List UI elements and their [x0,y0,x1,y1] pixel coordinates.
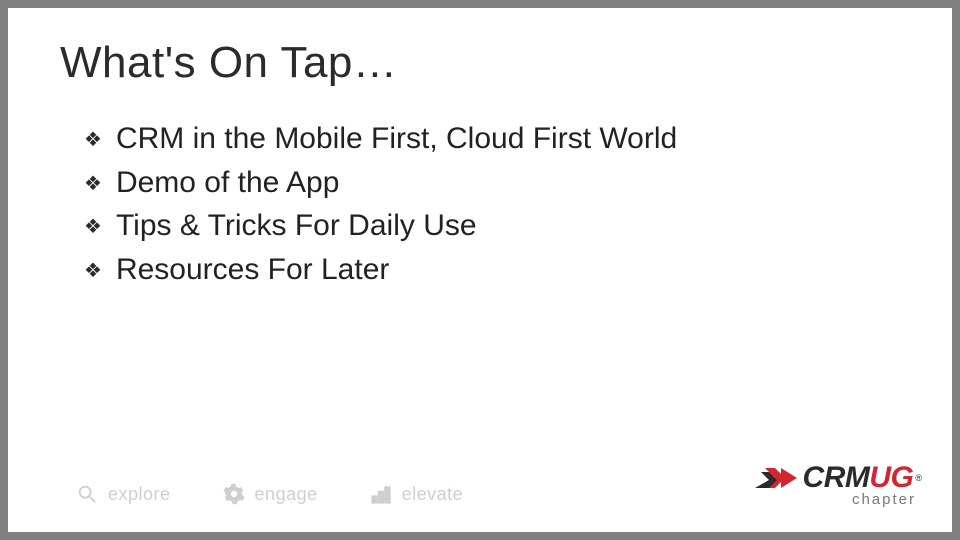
bullet-text: CRM in the Mobile First, Cloud First Wor… [116,120,677,158]
logo-ug-text: UG [869,461,913,494]
list-item: ❖ Resources For Later [84,251,912,289]
footer-item-engage: engage [223,483,318,505]
footer-label: explore [108,484,171,505]
logo-text: CRMUG® [803,461,922,495]
bullet-text: Tips & Tricks For Daily Use [116,207,477,245]
diamond-bullet-icon: ❖ [84,128,102,153]
magnifier-icon [76,483,98,505]
bullet-list: ❖ CRM in the Mobile First, Cloud First W… [84,120,912,294]
footer-strip: explore engage [16,464,944,524]
gear-icon [223,483,245,505]
footer-item-explore: explore [76,483,171,505]
footer-items: explore engage [76,483,503,505]
bullet-text: Demo of the App [116,164,339,202]
slide-title: What's On Tap… [60,38,397,88]
diamond-bullet-icon: ❖ [84,172,102,197]
bullet-text: Resources For Later [116,251,389,289]
logo-chapter-text: chapter [852,491,916,508]
logo-top-row: CRMUG® [755,461,922,495]
slide-body: What's On Tap… ❖ CRM in the Mobile First… [8,8,952,532]
diamond-bullet-icon: ❖ [84,259,102,284]
registered-icon: ® [915,473,922,483]
arrow-icon [755,466,797,490]
steps-icon [370,483,392,505]
slide-frame: What's On Tap… ❖ CRM in the Mobile First… [0,0,960,540]
list-item: ❖ Tips & Tricks For Daily Use [84,207,912,245]
footer-item-elevate: elevate [370,483,464,505]
crmug-logo: CRMUG® chapter [755,461,922,508]
footer-label: elevate [402,484,464,505]
list-item: ❖ CRM in the Mobile First, Cloud First W… [84,120,912,158]
footer-label: engage [255,484,318,505]
diamond-bullet-icon: ❖ [84,215,102,240]
list-item: ❖ Demo of the App [84,164,912,202]
logo-crm-text: CRM [803,461,870,494]
